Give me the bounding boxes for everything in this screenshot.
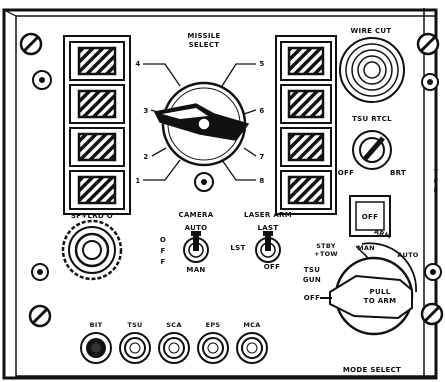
screw-right-upper [421, 73, 439, 91]
left-button-column [63, 35, 131, 215]
missile-select-subtitle: SELECT [189, 41, 220, 49]
tsu-rtcl-knob[interactable] [352, 130, 392, 170]
mode-off-label: OFF [304, 294, 320, 302]
laser-arm-off-label: OFF [264, 263, 280, 271]
missile-select-center-screw [194, 172, 214, 192]
camera-side-f2: F [160, 258, 165, 266]
camera-auto-label: AUTO [185, 224, 208, 232]
position-label-7: 7 [259, 153, 264, 161]
tsu-rtcl-brt-label: BRT [390, 169, 406, 177]
camera-side-o: O [160, 236, 166, 244]
mode-stby-label: STBY [316, 242, 336, 250]
camera-man-label: MAN [186, 266, 205, 274]
missile-select-title: MISSILE [187, 32, 220, 40]
screw-left-mid [31, 263, 49, 281]
laser-arm-last-label: LAST [258, 224, 279, 232]
camera-label: CAMERA [179, 211, 214, 219]
screw-top-left [19, 32, 43, 56]
sca-button[interactable] [158, 332, 190, 364]
mode-gun-label: GUN [303, 276, 321, 284]
screw-bottom-left [28, 304, 52, 328]
wire-cut-label: WIRE CUT [351, 27, 392, 35]
off-button-label: OFF [362, 213, 378, 221]
mode-select-label: MODE SELECT [343, 366, 401, 374]
position-label-1: 1 [135, 177, 140, 185]
position-label-3: 3 [143, 107, 148, 115]
missile-button-2[interactable] [69, 127, 125, 167]
screw-bottom-right [420, 302, 444, 326]
edge-char-t: T [434, 169, 439, 176]
missile-button-5[interactable] [280, 41, 332, 81]
position-label-6: 6 [259, 107, 264, 115]
laser-arm-label: LASER ARM [244, 211, 292, 219]
missile-button-3[interactable] [69, 84, 125, 124]
screw-left-upper [32, 70, 52, 90]
mca-button-label: MCA [243, 321, 260, 329]
bit-button[interactable] [80, 332, 112, 364]
mode-to-arm-label: TO ARM [364, 297, 397, 305]
mode-pull-label: PULL [370, 288, 391, 296]
position-label-5: 5 [259, 60, 264, 68]
position-label-8: 8 [259, 177, 264, 185]
missile-button-1[interactable] [69, 170, 125, 210]
tsu-button-label: TSU [127, 321, 142, 329]
mode-tsu-label: TSU [304, 266, 320, 274]
tsu-rtcl-label: TSU RTCL [352, 115, 392, 123]
screw-top-right [416, 32, 440, 56]
tsu-rtcl-off-label: OFF [338, 169, 354, 177]
eps-button-label: EPS [206, 321, 221, 329]
control-panel: MISSILE SELECT 4 3 2 1 5 6 7 8 WIRE CUT [2, 8, 444, 380]
missile-button-8[interactable] [280, 170, 332, 210]
sf-lrd-knob[interactable] [61, 219, 123, 281]
screw-right-mid [424, 263, 442, 281]
mode-stby-tow-label: +TOW [314, 250, 338, 258]
sf-lrd-label: SF+LRD O [71, 212, 113, 220]
eps-button[interactable] [197, 332, 229, 364]
missile-button-4[interactable] [69, 41, 125, 81]
position-label-4: 4 [135, 60, 140, 68]
missile-button-6[interactable] [280, 84, 332, 124]
wire-cut-button[interactable] [339, 37, 405, 103]
tsu-button[interactable] [119, 332, 151, 364]
bit-button-label: BIT [90, 321, 103, 329]
edge-char-p: P [434, 187, 439, 194]
camera-side-f1: F [160, 247, 165, 255]
sca-button-label: SCA [166, 321, 181, 329]
missile-button-7[interactable] [280, 127, 332, 167]
right-button-column [275, 35, 337, 215]
laser-arm-lst-label: LST [230, 244, 245, 252]
mca-button[interactable] [236, 332, 268, 364]
position-label-2: 2 [143, 153, 148, 161]
edge-char-c: C [434, 178, 439, 185]
